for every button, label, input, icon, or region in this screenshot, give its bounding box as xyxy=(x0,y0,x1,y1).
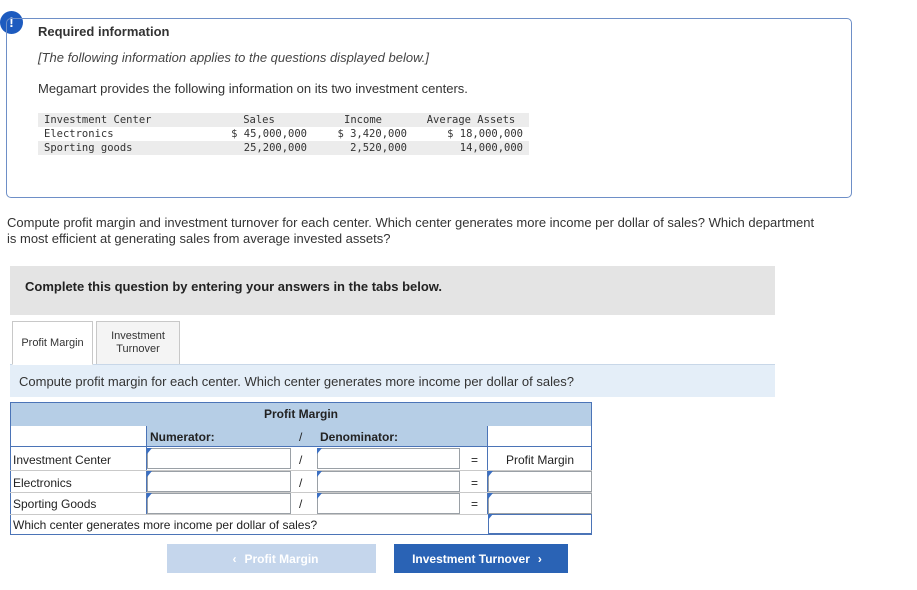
next-button[interactable]: Investment Turnover › xyxy=(394,544,568,573)
sub-question-banner: Compute profit margin for each center. W… xyxy=(10,364,775,397)
table-cell: $ 18,000,000 xyxy=(447,128,523,140)
row-label: Electronics xyxy=(13,476,72,490)
grid-border xyxy=(10,402,11,535)
answer-center-input[interactable] xyxy=(488,514,592,534)
column-header: Sales xyxy=(243,114,275,126)
numerator-input[interactable] xyxy=(147,448,291,469)
denominator-input[interactable] xyxy=(317,471,460,492)
denominator-input[interactable] xyxy=(317,493,460,514)
table-cell: $ 3,420,000 xyxy=(337,128,407,140)
required-info-box xyxy=(6,18,852,198)
question-text: Compute profit margin and investment tur… xyxy=(7,215,815,246)
table-cell: 2,520,000 xyxy=(350,142,407,154)
tab-label: Profit Margin xyxy=(21,337,84,349)
table-cell: 14,000,000 xyxy=(459,142,523,154)
grid-title: Profit Margin xyxy=(264,407,338,421)
grid-border xyxy=(10,534,592,535)
row-label: Investment Center xyxy=(13,453,112,467)
numerator-label: Numerator: xyxy=(150,430,215,444)
denominator-input[interactable] xyxy=(317,448,460,469)
column-header: Investment Center xyxy=(44,114,152,126)
column-header: Income xyxy=(344,114,382,126)
numerator-input[interactable] xyxy=(147,471,291,492)
table-cell: $ 45,000,000 xyxy=(231,128,307,140)
required-info-note: [The following information applies to th… xyxy=(38,50,429,65)
tab-label: Investment Turnover xyxy=(111,330,165,355)
result-header: Profit Margin xyxy=(505,453,575,467)
table-cell: Electronics xyxy=(44,128,114,140)
profit-margin-result-input[interactable] xyxy=(488,471,592,492)
column-header: Average Assets xyxy=(426,114,516,126)
next-button-label: Investment Turnover xyxy=(412,551,530,566)
divider-label: / xyxy=(299,497,303,511)
profit-margin-grid: Profit Margin Numerator: / Denominator: … xyxy=(10,402,592,535)
profit-margin-result-input[interactable] xyxy=(488,493,592,514)
investment-center-table: Investment Center Sales Income Average A… xyxy=(38,113,529,155)
equals-label: = xyxy=(471,453,479,467)
divider-label: / xyxy=(299,453,303,467)
row-label: Sporting Goods xyxy=(13,497,97,511)
grid-border xyxy=(10,446,592,447)
prev-button-label: Profit Margin xyxy=(244,551,319,566)
tab-profit-margin[interactable]: Profit Margin xyxy=(12,321,93,365)
equals-label: = xyxy=(471,497,479,511)
tab-investment-turnover[interactable]: Investment Turnover xyxy=(96,321,180,365)
table-cell: Sporting goods xyxy=(44,142,133,154)
numerator-input[interactable] xyxy=(147,493,291,514)
table-row: Sporting goods 25,200,000 2,520,000 14,0… xyxy=(38,141,529,155)
divider-label: / xyxy=(299,476,303,490)
table-header-row: Investment Center Sales Income Average A… xyxy=(38,113,529,127)
equals-label: = xyxy=(471,476,479,490)
required-info-description: Megamart provides the following informat… xyxy=(38,81,468,96)
final-question-label: Which center generates more income per d… xyxy=(13,518,318,532)
chevron-right-icon: › xyxy=(537,551,542,566)
required-info-title: Required information xyxy=(38,24,170,39)
prev-button[interactable]: ‹ Profit Margin xyxy=(167,544,376,573)
instruction-banner: Complete this question by entering your … xyxy=(10,266,775,315)
divider-label: / xyxy=(299,430,303,444)
chevron-left-icon: ‹ xyxy=(232,551,237,566)
table-row: Electronics $ 45,000,000 $ 3,420,000 $ 1… xyxy=(38,127,529,141)
grid-border xyxy=(10,402,592,403)
table-cell: 25,200,000 xyxy=(243,142,307,154)
denominator-label: Denominator: xyxy=(320,430,398,444)
